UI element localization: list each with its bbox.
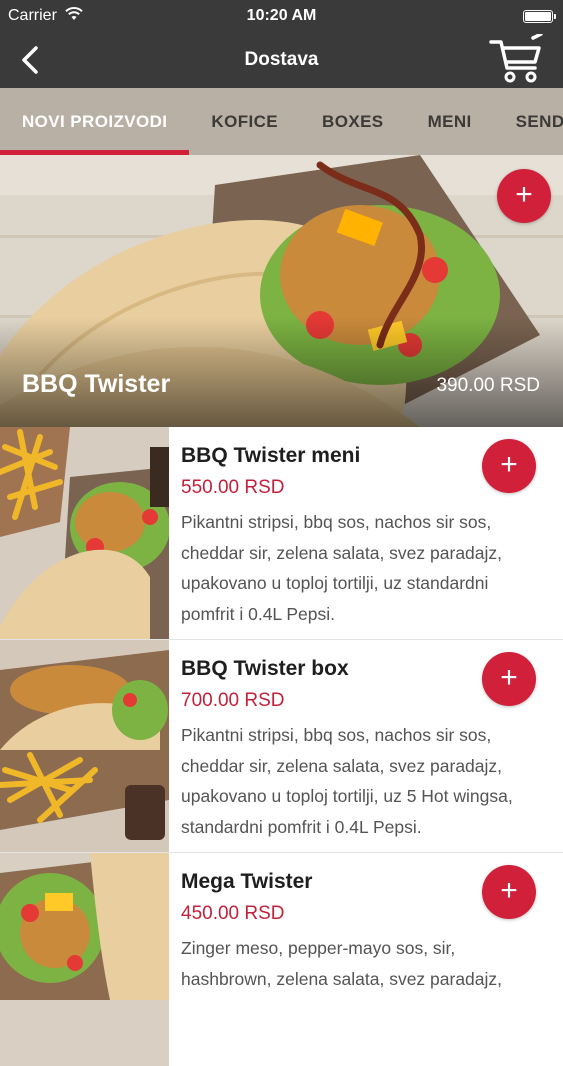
hero-product-card[interactable]: BBQ Twister 390.00 RSD + — [0, 155, 563, 427]
tab-label: KOFICE — [211, 111, 279, 131]
product-price: 700.00 RSD — [181, 690, 285, 711]
plus-icon: + — [500, 661, 518, 694]
tab-label: BOXES — [322, 111, 384, 131]
hero-title: BBQ Twister — [22, 370, 171, 398]
shopping-cart-icon — [489, 32, 543, 83]
cart-button[interactable] — [489, 32, 545, 86]
add-to-cart-button[interactable]: + — [482, 865, 536, 919]
status-left: Carrier — [8, 6, 83, 26]
battery-icon — [523, 9, 556, 23]
product-price: 450.00 RSD — [181, 903, 285, 924]
product-description: Pikantni stripsi, bbq sos, nachos sir so… — [181, 725, 513, 837]
battery-fill — [525, 11, 551, 21]
product-description: Pikantni stripsi, bbq sos, nachos sir so… — [181, 512, 503, 624]
tab-kofice[interactable]: KOFICE — [189, 88, 300, 155]
tab-label: SENDVIČI — [515, 111, 563, 131]
product-name: BBQ Twister meni — [181, 444, 361, 467]
hero-add-button[interactable]: + — [497, 169, 551, 223]
category-tabs: NOVI PROIZVODI KOFICE BOXES MENI SENDVIČ… — [0, 88, 563, 155]
plus-icon: + — [515, 178, 533, 211]
product-name: BBQ Twister box — [181, 657, 349, 680]
product-name: Mega Twister — [181, 870, 313, 893]
plus-icon: + — [500, 448, 518, 481]
carrier-label: Carrier — [8, 7, 57, 24]
product-price: 550.00 RSD — [181, 477, 285, 498]
product-row[interactable]: Mega Twister 450.00 RSD Zinger meso, pep… — [0, 853, 563, 1066]
tab-sendvici[interactable]: SENDVIČI — [494, 88, 563, 155]
tab-label: NOVI PROIZVODI — [22, 111, 168, 131]
page-title: Dostava — [244, 49, 319, 70]
product-image — [0, 427, 169, 639]
wifi-icon — [65, 6, 83, 26]
product-image — [0, 853, 169, 1066]
product-row[interactable]: BBQ Twister meni 550.00 RSD Pikantni str… — [0, 427, 563, 640]
tab-meni[interactable]: MENI — [406, 88, 494, 155]
tab-novi-proizvodi[interactable]: NOVI PROIZVODI — [0, 88, 190, 155]
product-row[interactable]: BBQ Twister box 700.00 RSD Pikantni stri… — [0, 640, 563, 853]
nav-bar: Dostava — [0, 32, 563, 88]
status-time: 10:20 AM — [246, 7, 317, 24]
add-to-cart-button[interactable]: + — [482, 652, 536, 706]
tabs-row: NOVI PROIZVODI KOFICE BOXES MENI SENDVIČ… — [0, 88, 563, 155]
status-bar: Carrier 10:20 AM — [0, 0, 563, 32]
product-description: Zinger meso, pepper-mayo sos, sir, hashb… — [181, 938, 503, 989]
plus-icon: + — [500, 874, 518, 907]
tab-label: MENI — [427, 111, 472, 131]
hero-price: 390.00 RSD — [436, 375, 540, 396]
add-to-cart-button[interactable]: + — [482, 439, 536, 493]
product-image — [0, 640, 169, 852]
tab-boxes[interactable]: BOXES — [300, 88, 406, 155]
